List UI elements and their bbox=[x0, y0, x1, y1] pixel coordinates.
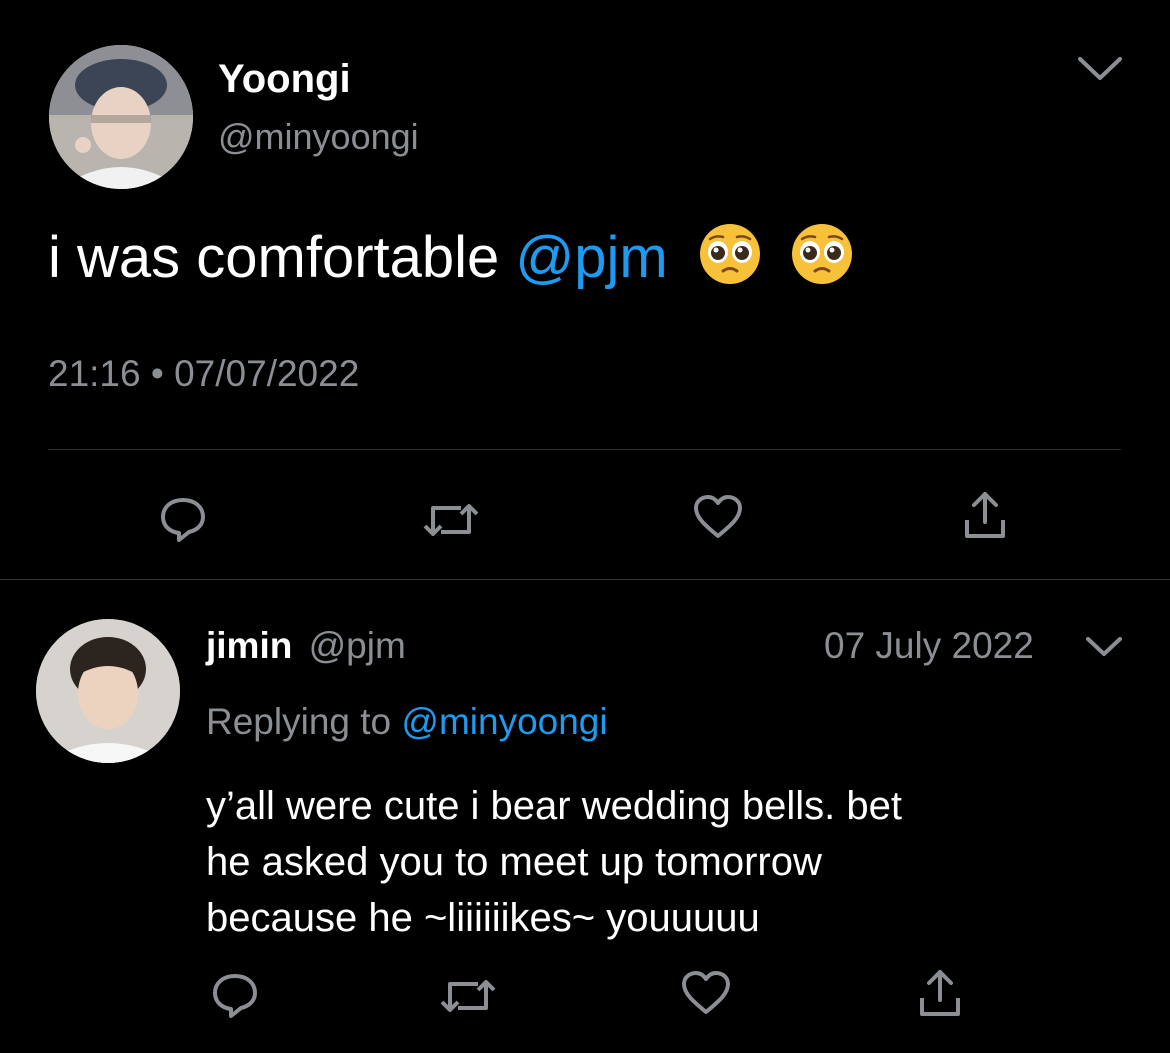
reply-date[interactable]: 07 July 2022 bbox=[824, 624, 1034, 668]
tweet-text-body: i was comfortable bbox=[48, 224, 516, 290]
tweet-text: i was comfortable @pjm bbox=[48, 222, 854, 301]
divider bbox=[48, 449, 1121, 450]
reply-text-line: y’all were cute i bear wedding bells. be… bbox=[206, 784, 902, 828]
reply-header: jimin @pjm bbox=[206, 624, 406, 668]
chevron-down-icon[interactable] bbox=[1076, 54, 1124, 84]
retweet-icon[interactable] bbox=[440, 974, 496, 1018]
chevron-down-icon[interactable] bbox=[1084, 634, 1124, 660]
reply-text-line: he asked you to meet up tomorrow bbox=[206, 840, 822, 884]
reply-icon[interactable] bbox=[158, 494, 208, 544]
avatar[interactable] bbox=[49, 45, 193, 189]
avatar[interactable] bbox=[36, 619, 180, 763]
author-name[interactable]: jimin bbox=[206, 625, 292, 666]
like-icon[interactable] bbox=[680, 970, 732, 1016]
author-handle[interactable]: @pjm bbox=[309, 625, 406, 666]
author-name[interactable]: Yoongi bbox=[218, 56, 351, 102]
mention-link[interactable]: @pjm bbox=[515, 225, 667, 290]
tweet-timestamp[interactable]: 21:16 • 07/07/2022 bbox=[48, 352, 359, 396]
replying-to-label: Replying to bbox=[206, 701, 402, 742]
replying-to-link[interactable]: @minyoongi bbox=[401, 701, 607, 742]
share-icon[interactable] bbox=[916, 968, 964, 1018]
avatar-image bbox=[36, 619, 180, 763]
reply-text: y’all were cute i bear wedding bells. be… bbox=[206, 778, 902, 946]
pleading-face-emoji bbox=[698, 222, 762, 301]
reply-text-line: because he ~liiiiiikes~ youuuuu bbox=[206, 896, 760, 940]
replying-to: Replying to @minyoongi bbox=[206, 700, 608, 744]
avatar-image bbox=[49, 45, 193, 189]
author-handle[interactable]: @minyoongi bbox=[218, 116, 419, 158]
share-icon[interactable] bbox=[961, 490, 1009, 540]
divider bbox=[0, 579, 1170, 580]
retweet-icon[interactable] bbox=[423, 498, 479, 542]
pleading-face-emoji bbox=[790, 222, 854, 301]
reply-icon[interactable] bbox=[210, 970, 260, 1020]
like-icon[interactable] bbox=[692, 494, 744, 540]
